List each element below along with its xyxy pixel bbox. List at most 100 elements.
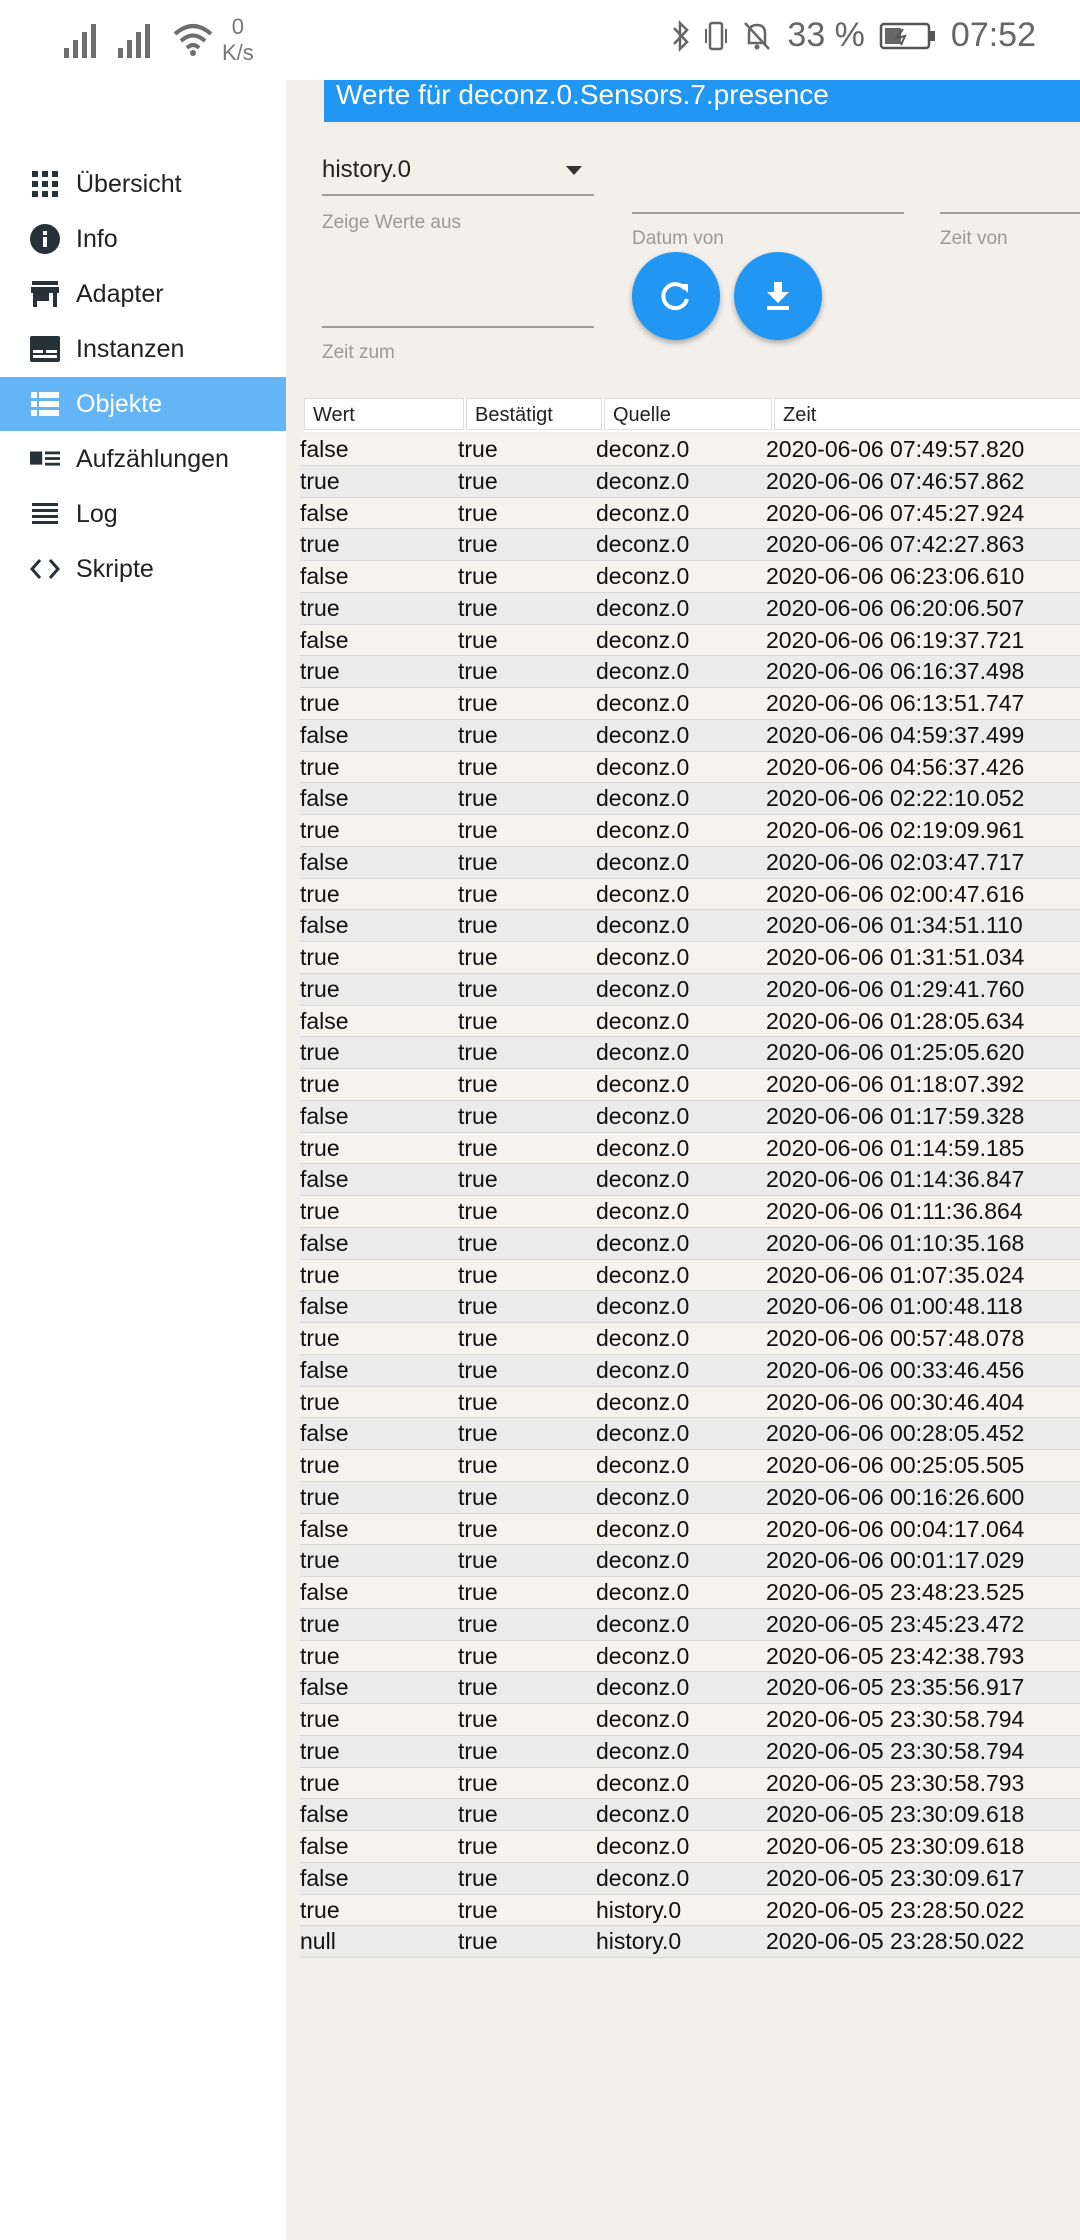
cell-bestaetigt: true xyxy=(458,499,498,526)
cell-wert: true xyxy=(300,1737,340,1764)
cell-wert: false xyxy=(300,848,349,875)
time-to-field[interactable] xyxy=(322,326,594,328)
history-instance-select[interactable]: history.0 xyxy=(322,154,594,196)
cell-wert: false xyxy=(300,1833,349,1859)
cell-zeit: 2020-06-06 00:01:17.029 xyxy=(766,1547,1025,1574)
table-header: Wert Bestätigt Quelle Zeit xyxy=(304,398,1080,432)
cell-zeit: 2020-06-05 23:30:58.793 xyxy=(766,1769,1025,1796)
sidebar-item-label: Aufzählungen xyxy=(76,444,229,473)
cell-wert: true xyxy=(300,1071,340,1097)
cell-quelle: deconz.0 xyxy=(596,658,690,685)
cell-bestaetigt: true xyxy=(458,1896,498,1923)
cell-wert: true xyxy=(300,1452,340,1478)
cell-quelle: deconz.0 xyxy=(596,1039,690,1066)
cell-bestaetigt: true xyxy=(458,1388,498,1415)
status-icons-left xyxy=(64,18,214,58)
cell-bestaetigt: true xyxy=(458,1166,498,1193)
date-from-field[interactable] xyxy=(632,212,904,214)
table-row: false true deconz.0 2020-06-06 00:28:05.452 xyxy=(300,1418,1080,1450)
sidebar-item-info[interactable]: Info xyxy=(0,212,286,266)
cell-bestaetigt: true xyxy=(458,1579,498,1605)
cell-bestaetigt: true xyxy=(458,1769,498,1796)
sidebar-item-aufzaehlungen[interactable]: Aufzählungen xyxy=(0,432,286,486)
cell-zeit: 2020-06-06 07:45:27.924 xyxy=(766,499,1025,526)
cell-quelle: deconz.0 xyxy=(596,594,690,621)
cell-quelle: deconz.0 xyxy=(596,1483,690,1510)
column-header-wert[interactable]: Wert xyxy=(304,398,464,430)
battery-icon xyxy=(879,22,935,49)
cell-bestaetigt: true xyxy=(458,1706,498,1732)
cell-quelle: deconz.0 xyxy=(596,1579,690,1605)
cell-wert: true xyxy=(300,880,340,907)
cell-wert: false xyxy=(300,1166,349,1193)
table-row: false true deconz.0 2020-06-06 02:03:47.717 xyxy=(300,846,1080,879)
cell-zeit: 2020-06-05 23:28:50.022 xyxy=(766,1896,1025,1923)
sidebar-item-adapter[interactable]: Adapter xyxy=(0,267,286,321)
sidebar-item-skripte[interactable]: Skripte xyxy=(0,542,286,596)
cell-wert: true xyxy=(300,975,340,1002)
refresh-button[interactable] xyxy=(632,252,720,340)
cell-zeit: 2020-06-06 01:00:48.118 xyxy=(766,1293,1023,1320)
battery-percent: 33 % xyxy=(787,16,865,54)
time-from-field[interactable] xyxy=(940,212,1080,214)
cell-wert: true xyxy=(300,658,340,685)
table-row: true true deconz.0 2020-06-06 01:25:05.620 xyxy=(300,1037,1080,1069)
cell-wert: true xyxy=(300,1642,340,1669)
cell-quelle: deconz.0 xyxy=(596,753,690,780)
sidebar-item-log[interactable]: Log xyxy=(0,487,286,541)
log-icon xyxy=(30,499,60,529)
sidebar-item-objekte[interactable]: Objekte xyxy=(0,377,286,431)
table-row: true true deconz.0 2020-06-06 00:30:46.404 xyxy=(300,1386,1080,1419)
cell-zeit: 2020-06-05 23:48:23.525 xyxy=(766,1579,1025,1605)
cell-zeit: 2020-06-06 02:19:09.961 xyxy=(766,817,1025,843)
table-row: false true deconz.0 2020-06-06 01:10:35.168 xyxy=(300,1227,1080,1260)
cell-zeit: 2020-06-05 23:42:38.793 xyxy=(766,1642,1025,1669)
download-button[interactable] xyxy=(734,252,822,340)
instances-icon xyxy=(30,334,60,364)
cell-wert: true xyxy=(300,1706,340,1732)
sidebar-item-uebersicht[interactable]: Übersicht xyxy=(0,157,286,211)
cell-bestaetigt: true xyxy=(458,1102,498,1129)
sidebar-item-instanzen[interactable]: Instanzen xyxy=(0,322,286,376)
cell-wert: true xyxy=(300,1198,340,1224)
cell-wert: false xyxy=(300,1674,349,1701)
cell-bestaetigt: true xyxy=(458,1325,498,1351)
cell-wert: null xyxy=(300,1928,336,1955)
cell-quelle: deconz.0 xyxy=(596,944,690,970)
cell-quelle: deconz.0 xyxy=(596,1166,690,1193)
cell-quelle: deconz.0 xyxy=(596,848,690,875)
cell-zeit: 2020-06-06 06:20:06.507 xyxy=(766,594,1025,621)
table-row: true true deconz.0 2020-06-06 01:18:07.392 xyxy=(300,1069,1080,1101)
table-row: true true deconz.0 2020-06-05 23:45:23.472 xyxy=(300,1608,1080,1641)
table-row: true true deconz.0 2020-06-06 06:20:06.507 xyxy=(300,592,1080,625)
refresh-icon xyxy=(661,282,689,311)
net-speed-unit: K/s xyxy=(222,40,254,65)
date-from-label: Datum von xyxy=(632,228,724,249)
cell-bestaetigt: true xyxy=(458,880,498,907)
cell-zeit: 2020-06-06 06:16:37.498 xyxy=(766,658,1025,685)
cell-wert: true xyxy=(300,1261,340,1288)
cell-quelle: deconz.0 xyxy=(596,1610,690,1637)
column-header-zeit[interactable]: Zeit xyxy=(774,398,1080,430)
cell-bestaetigt: true xyxy=(458,1610,498,1637)
cell-quelle: deconz.0 xyxy=(596,880,690,907)
cell-zeit: 2020-06-06 01:14:59.185 xyxy=(766,1134,1025,1161)
cell-bestaetigt: true xyxy=(458,1229,498,1256)
column-header-bestaetigt[interactable]: Bestätigt xyxy=(466,398,602,430)
cell-quelle: deconz.0 xyxy=(596,1071,690,1097)
table-row: false true deconz.0 2020-06-06 07:45:27.924 xyxy=(300,497,1080,530)
cell-zeit: 2020-06-06 00:33:46.456 xyxy=(766,1356,1025,1383)
cell-bestaetigt: true xyxy=(458,975,498,1002)
cell-zeit: 2020-06-06 00:57:48.078 xyxy=(766,1325,1025,1351)
table-row: true true deconz.0 2020-06-05 23:30:58.793 xyxy=(300,1767,1080,1800)
table-row: true true deconz.0 2020-06-06 00:01:17.029 xyxy=(300,1545,1080,1577)
column-header-quelle[interactable]: Quelle xyxy=(604,398,772,430)
cell-zeit: 2020-06-06 07:46:57.862 xyxy=(766,467,1025,494)
cell-quelle: deconz.0 xyxy=(596,1420,690,1447)
table-row: false true deconz.0 2020-06-06 00:04:17.064 xyxy=(300,1513,1080,1546)
cell-wert: true xyxy=(300,1388,340,1415)
table-row: false true deconz.0 2020-06-06 01:00:48.118 xyxy=(300,1291,1080,1323)
cell-bestaetigt: true xyxy=(458,1261,498,1288)
panel-title: Werte für deconz.0.Sensors.7.presence xyxy=(324,80,1080,122)
mute-bell-icon xyxy=(744,21,771,50)
